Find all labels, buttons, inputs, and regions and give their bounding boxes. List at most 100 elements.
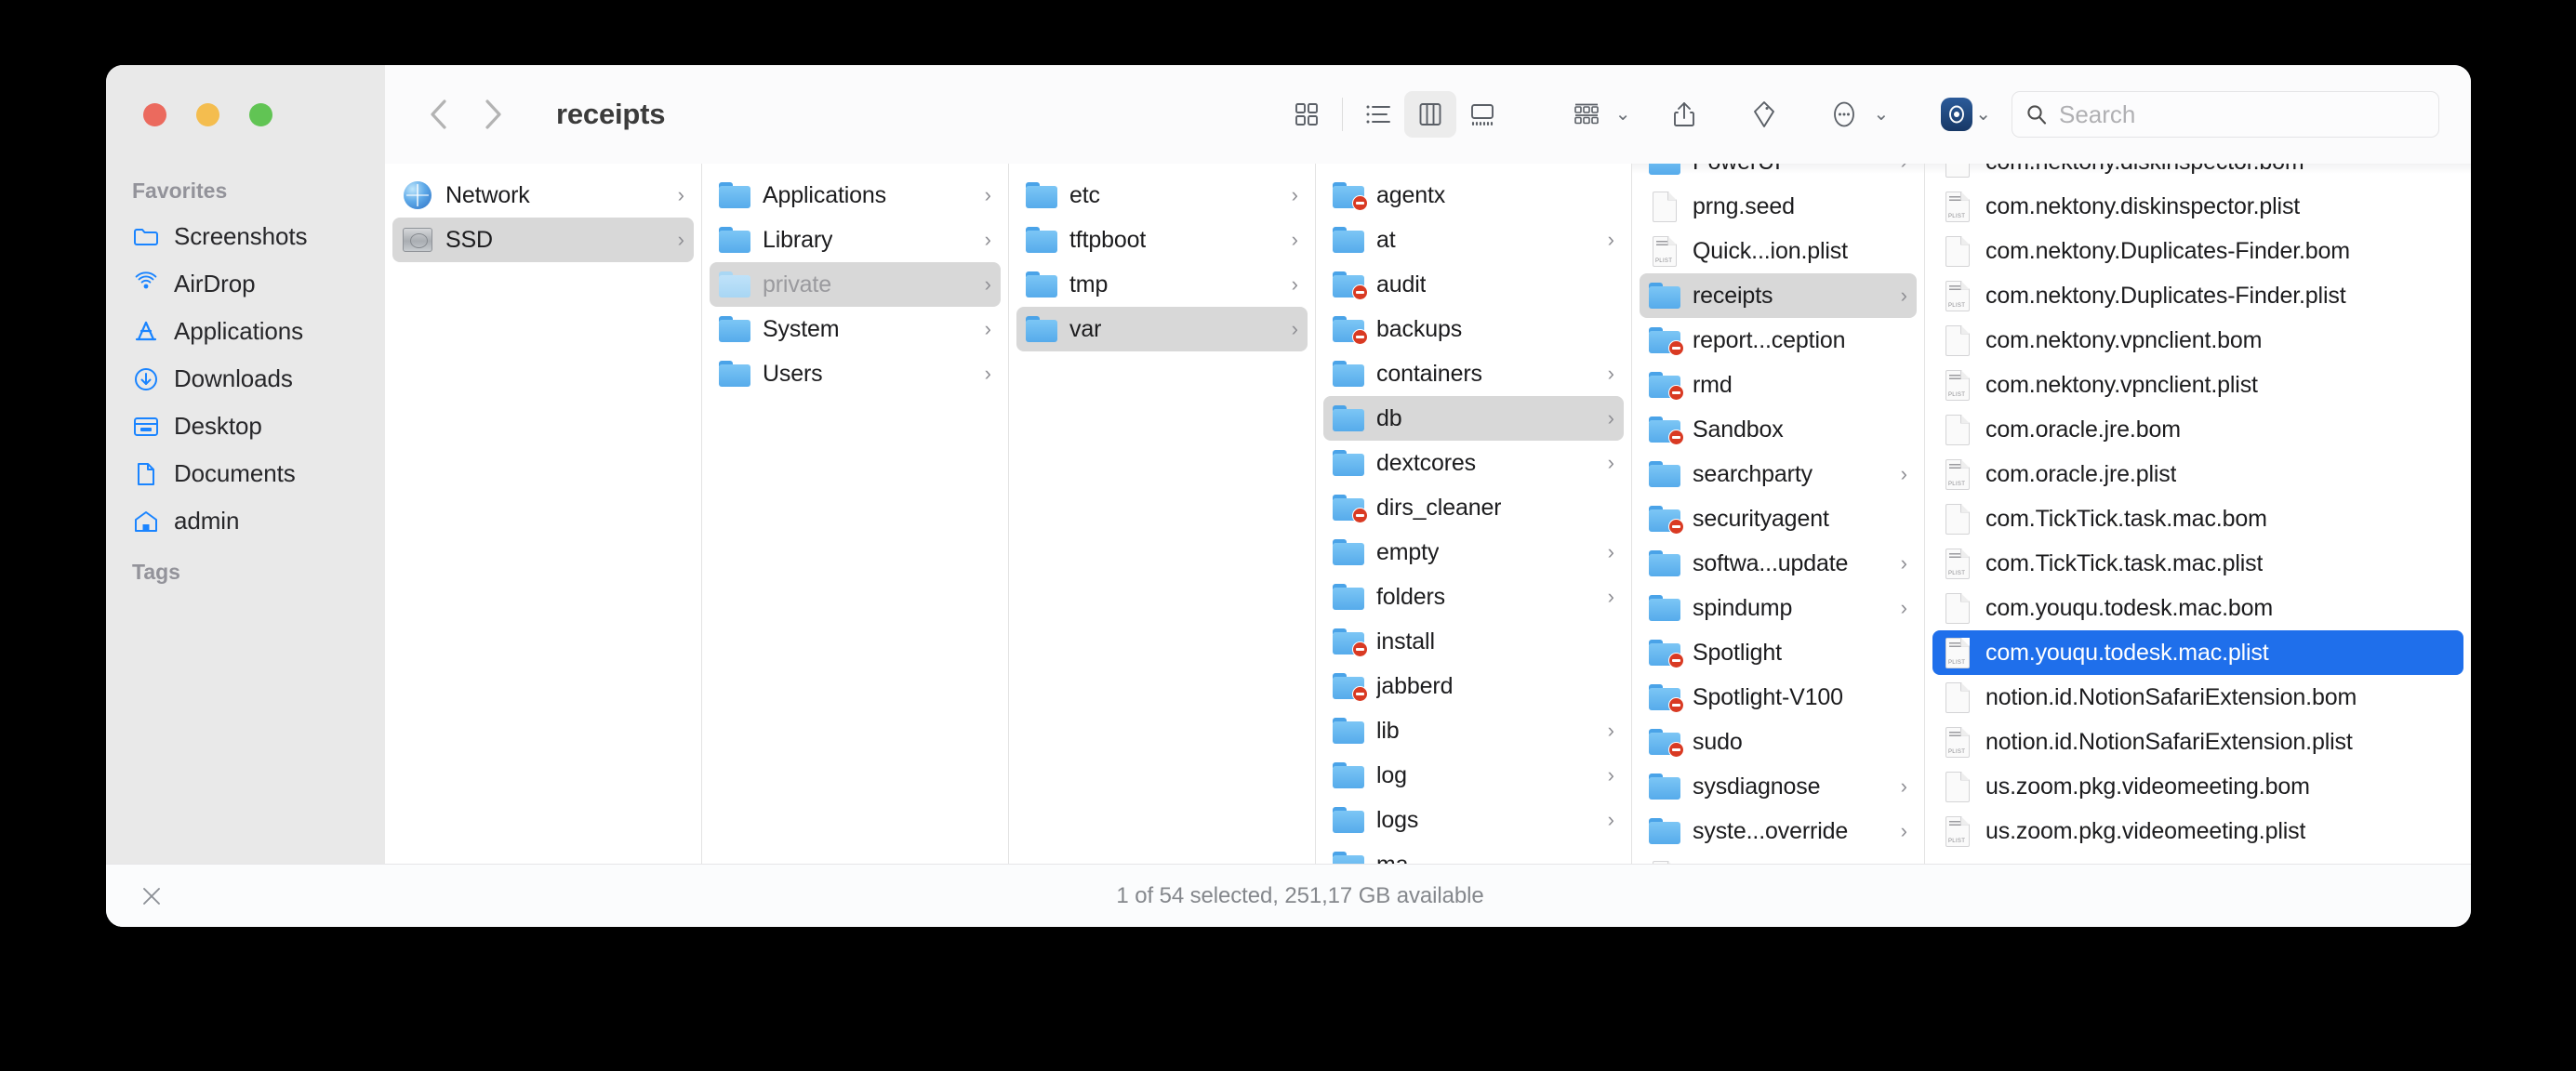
list-item[interactable]: ma: [1323, 842, 1624, 864]
list-item[interactable]: tftpboot ›: [1016, 218, 1308, 262]
list-item[interactable]: etc ›: [1016, 173, 1308, 218]
sidebar-item-applications[interactable]: Applications: [119, 308, 372, 355]
list-item[interactable]: report...ception: [1640, 318, 1917, 363]
column-var[interactable]: agentx at › audit backups containers › db › dextc…: [1315, 164, 1631, 864]
list-item[interactable]: jabberd: [1323, 664, 1624, 708]
list-item[interactable]: agentx: [1323, 173, 1624, 218]
list-item[interactable]: lib ›: [1323, 708, 1624, 753]
list-item[interactable]: folders ›: [1323, 575, 1624, 619]
sidebar-item-desktop[interactable]: Desktop: [119, 403, 372, 450]
list-item[interactable]: logs ›: [1323, 798, 1624, 842]
list-item[interactable]: PLIST com.nektony.Duplicates-Finder.plist: [1932, 273, 2463, 318]
list-item[interactable]: Library ›: [710, 218, 1001, 262]
list-item[interactable]: dirs_cleaner: [1323, 485, 1624, 530]
list-item[interactable]: notion.id.NotionSafariExtension.bom: [1932, 675, 2463, 720]
list-item-label: Sandbox: [1693, 416, 1784, 443]
list-item-label: log: [1376, 761, 1407, 788]
list-item[interactable]: db ›: [1323, 396, 1624, 441]
share-button[interactable]: [1658, 91, 1710, 138]
list-item[interactable]: PLIST us.zoom.pkg.videomeeting.plist: [1932, 809, 2463, 853]
quick-actions-eye-icon[interactable]: [1941, 98, 1973, 131]
minimize-window-button[interactable]: [196, 102, 219, 126]
list-item[interactable]: Users ›: [710, 351, 1001, 396]
list-item[interactable]: audit: [1323, 262, 1624, 307]
list-item[interactable]: com.nektony.vpnclient.bom: [1932, 318, 2463, 363]
more-options-icon[interactable]: [1818, 91, 1870, 138]
grid-view-button[interactable]: [1281, 91, 1333, 138]
search-field[interactable]: Search: [2012, 91, 2439, 138]
plist-document-icon: PLIST: [1942, 548, 1973, 579]
list-item[interactable]: rmd: [1640, 363, 1917, 407]
plist-document-icon: PLIST: [1942, 191, 1973, 222]
list-item[interactable]: at ›: [1323, 218, 1624, 262]
list-item[interactable]: PLIST com.TickTick.task.mac.plist: [1932, 541, 2463, 586]
list-item-label: dirs_cleaner: [1376, 494, 1502, 521]
list-item[interactable]: securityagent: [1640, 496, 1917, 541]
zoom-window-button[interactable]: [249, 102, 272, 126]
list-item[interactable]: spindump ›: [1640, 586, 1917, 630]
list-item[interactable]: empty ›: [1323, 530, 1624, 575]
list-item[interactable]: PowerUI ›: [1640, 164, 1917, 184]
list-item[interactable]: PLIST com.oracle.jre.plist: [1932, 452, 2463, 496]
folder-icon: [719, 269, 750, 300]
list-item[interactable]: Network ›: [392, 173, 694, 218]
list-item[interactable]: sysdiagnose ›: [1640, 764, 1917, 809]
column-db[interactable]: PowerUI › prng.seed PLIST Quick...ion.plist r…: [1631, 164, 1924, 864]
quick-actions-button[interactable]: ⌄: [1941, 98, 1991, 131]
sidebar-item-screenshots[interactable]: Screenshots: [119, 213, 372, 260]
folder-icon: [1649, 414, 1684, 445]
gallery-view-button[interactable]: [1456, 91, 1508, 138]
back-button[interactable]: [417, 92, 461, 137]
sidebar-item-admin[interactable]: admin: [119, 497, 372, 545]
list-item[interactable]: PLIST Quick...ion.plist: [1640, 229, 1917, 273]
list-item[interactable]: SSD ›: [392, 218, 694, 262]
list-item[interactable]: PLIST com.nektony.diskinspector.plist: [1932, 184, 2463, 229]
list-item[interactable]: log ›: [1323, 753, 1624, 798]
list-item[interactable]: var ›: [1016, 307, 1308, 351]
list-item[interactable]: Spotlight-V100: [1640, 675, 1917, 720]
sidebar-item-airdrop[interactable]: AirDrop: [119, 260, 372, 308]
forward-button[interactable]: [471, 92, 515, 137]
list-item[interactable]: PLIST com.nektony.vpnclient.plist: [1932, 363, 2463, 407]
list-item[interactable]: com.nektony.Duplicates-Finder.bom: [1932, 229, 2463, 273]
list-item[interactable]: com.oracle.jre.bom: [1932, 407, 2463, 452]
list-item[interactable]: containers ›: [1323, 351, 1624, 396]
list-item[interactable]: syste...override ›: [1640, 809, 1917, 853]
column-devices[interactable]: Network › SSD ›: [385, 164, 701, 864]
list-item[interactable]: Spotlight: [1640, 630, 1917, 675]
column-view-button[interactable]: [1403, 91, 1456, 138]
sidebar-item-downloads[interactable]: Downloads: [119, 355, 372, 403]
list-item[interactable]: SystemKey: [1640, 853, 1917, 864]
tag-button[interactable]: [1738, 91, 1790, 138]
list-item[interactable]: PLIST com.youqu.todesk.mac.plist: [1932, 630, 2463, 675]
list-item[interactable]: com.nektony.diskinspector.bom: [1932, 164, 2463, 184]
list-item[interactable]: PLIST notion.id.NotionSafariExtension.pli…: [1932, 720, 2463, 764]
list-item[interactable]: dextcores ›: [1323, 441, 1624, 485]
group-by-icon[interactable]: [1560, 91, 1613, 138]
list-item[interactable]: us.zoom.pkg.videomeeting.bom: [1932, 764, 2463, 809]
list-item[interactable]: private ›: [710, 262, 1001, 307]
list-item[interactable]: com.TickTick.task.mac.bom: [1932, 496, 2463, 541]
column-receipts[interactable]: com.nektony.diskinspector.bom PLIST com.ne…: [1924, 164, 2471, 864]
group-by-button[interactable]: ⌄: [1560, 91, 1630, 138]
list-item[interactable]: com.youqu.todesk.mac.bom: [1932, 586, 2463, 630]
list-item[interactable]: sudo: [1640, 720, 1917, 764]
applications-icon: [132, 318, 160, 346]
list-item[interactable]: tmp ›: [1016, 262, 1308, 307]
close-window-button[interactable]: [143, 102, 166, 126]
more-options-button[interactable]: ⌄: [1818, 91, 1889, 138]
column-ssd[interactable]: Applications › Library › private › System › User…: [701, 164, 1008, 864]
list-item[interactable]: searchparty ›: [1640, 452, 1917, 496]
column-private[interactable]: etc › tftpboot › tmp › var ›: [1008, 164, 1315, 864]
list-item[interactable]: install: [1323, 619, 1624, 664]
folder-users-icon: [719, 358, 750, 390]
list-item[interactable]: prng.seed: [1640, 184, 1917, 229]
list-item[interactable]: System ›: [710, 307, 1001, 351]
sidebar-item-documents[interactable]: Documents: [119, 450, 372, 497]
list-item[interactable]: Applications ›: [710, 173, 1001, 218]
list-item[interactable]: Sandbox: [1640, 407, 1917, 452]
list-item[interactable]: receipts ›: [1640, 273, 1917, 318]
list-item[interactable]: backups: [1323, 307, 1624, 351]
list-item[interactable]: softwa...update ›: [1640, 541, 1917, 586]
list-view-button[interactable]: [1352, 91, 1404, 138]
